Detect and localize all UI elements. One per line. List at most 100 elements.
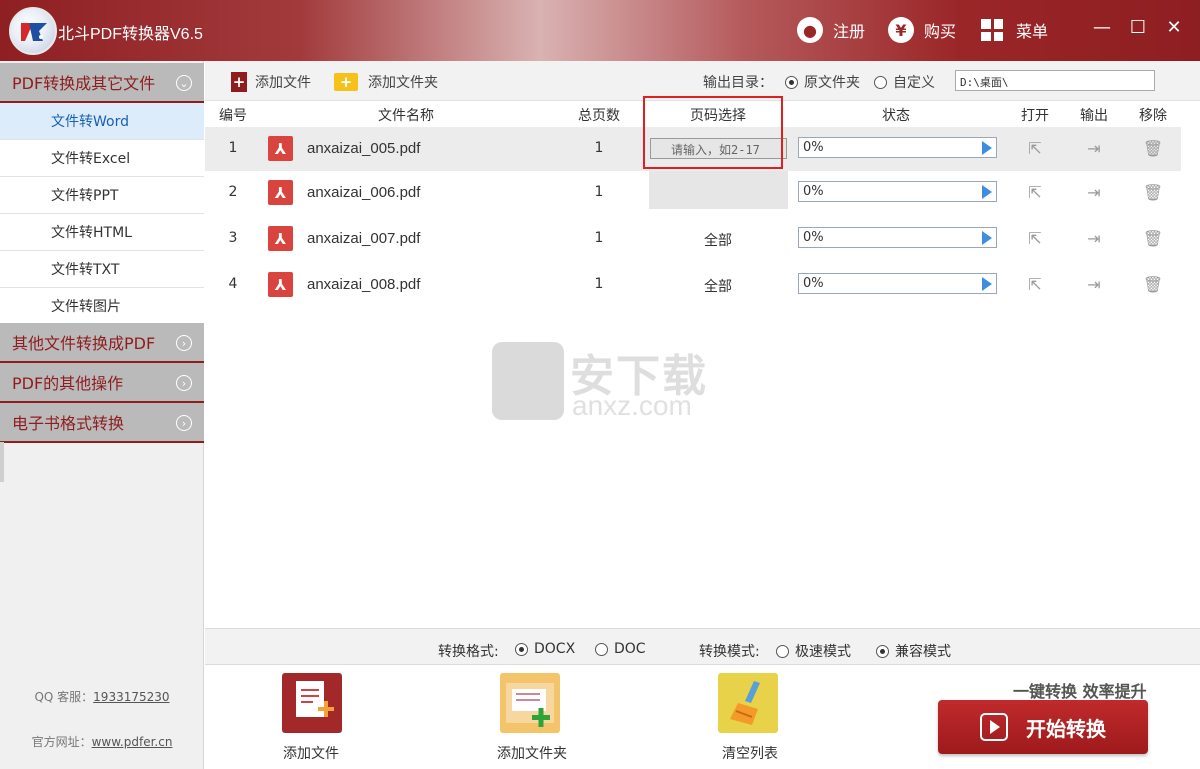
doc-label: DOC [614,641,646,657]
user-icon: ● [797,17,823,43]
chevron-right-icon: › [176,415,192,431]
register-button[interactable]: ● 注册 [797,16,865,44]
slogan: 一键转换 效率提升 [1013,682,1147,701]
add-folder-large-button[interactable] [500,673,560,733]
source-folder-label: 原文件夹 [804,75,860,91]
add-file-label: 添加文件 [255,75,311,91]
qq-link[interactable]: 1933175230 [93,690,169,704]
fast-mode-label: 极速模式 [795,644,851,660]
page-count: 1 [594,276,604,292]
sidebar-item-excel[interactable]: 文件转Excel [0,140,204,177]
progress-status: 0% [798,137,997,158]
start-convert-label: 开始转换 [1026,716,1106,741]
row-num: 1 [228,140,238,156]
page-range-cell[interactable] [649,171,788,209]
sidebar-item-ppt[interactable]: 文件转PPT [0,177,204,214]
watermark-sub: anxz.com [572,390,692,421]
output-icon[interactable]: ⇥ [1084,228,1104,248]
sidebar-item-word[interactable]: 文件转Word [0,103,204,140]
table-row[interactable]: 2 ⅄ anxaizai_006.pdf 1 0% ⇱ ⇥ 🗑 [205,171,1181,215]
trash-icon[interactable]: 🗑 [1143,138,1163,158]
sidebar-item-txt[interactable]: 文件转TXT [0,251,204,288]
page-range-value[interactable]: 全部 [704,276,732,296]
open-external-icon[interactable]: ⇱ [1025,274,1045,294]
buy-button[interactable]: ¥ 购买 [888,16,956,44]
sidebar-item-image[interactable]: 文件转图片 [0,288,204,325]
output-dir-label: 输出目录： [703,75,773,91]
docx-label: DOCX [534,641,576,657]
open-external-icon[interactable]: ⇱ [1025,228,1045,248]
menu-button[interactable]: 菜单 [981,16,1048,44]
website-info: 官方网址：www.pdfer.cn [0,733,204,750]
progress-status: 0% [798,227,997,248]
radio-fast-mode[interactable]: 极速模式 [776,641,851,661]
open-external-icon[interactable]: ⇱ [1025,182,1045,202]
add-file-button[interactable]: + 添加文件 [231,71,311,93]
radio-selected-icon [876,644,889,658]
start-convert-button[interactable]: 开始转换 [938,700,1148,754]
title-bar: 北斗PDF转换器V6.5 ● 注册 ¥ 购买 菜单 — ☐ ✕ [0,0,1200,61]
sidebar-item-html[interactable]: 文件转HTML [0,214,204,251]
site-link[interactable]: www.pdfer.cn [92,735,173,749]
category-pdf-other-ops[interactable]: PDF的其他操作 › [0,363,204,403]
play-icon[interactable] [982,277,992,291]
file-toolbar: + 添加文件 + 添加文件夹 输出目录： 原文件夹 自定义 D:\桌面\ [205,61,1200,101]
category-ebook[interactable]: 电子书格式转换 › [0,403,204,443]
trash-icon[interactable]: 🗑 [1143,182,1163,202]
watermark: 安下载 anxz.com [492,342,712,424]
shield-bag-icon [492,342,564,420]
radio-custom-folder[interactable]: 自定义 [874,72,935,92]
output-icon[interactable]: ⇥ [1084,138,1104,158]
col-output: 输出 [1080,108,1108,124]
progress-text: 0% [803,230,824,245]
table-row[interactable]: 3 ⅄ anxaizai_007.pdf 1 全部 0% ⇱ ⇥ 🗑 [205,217,1181,261]
page-range-value[interactable]: 全部 [704,230,732,250]
app-logo [9,7,57,55]
category-pdf-to-other[interactable]: PDF转换成其它文件 ⌄ [0,63,204,103]
add-file-large-label: 添加文件 [283,746,339,762]
play-icon [980,713,1008,741]
pdf-file-icon: ⅄ [268,226,293,251]
radio-selected-icon [515,642,528,656]
add-file-large-button[interactable] [282,673,342,733]
row-num: 3 [228,230,238,246]
play-icon[interactable] [982,185,992,199]
radio-unselected-icon [874,75,887,89]
radio-doc[interactable]: DOC [595,641,646,657]
category-label: PDF的其他操作 [12,374,124,393]
play-icon[interactable] [982,141,992,155]
output-icon[interactable]: ⇥ [1084,182,1104,202]
trash-icon[interactable]: 🗑 [1143,274,1163,294]
custom-folder-label: 自定义 [893,75,935,91]
bottom-actions: 添加文件 添加文件夹 清空列表 一键转换 效率提升 开始转换 [205,666,1200,769]
add-folder-button[interactable]: + 添加文件夹 [334,71,438,93]
radio-source-folder[interactable]: 原文件夹 [785,72,860,92]
output-path-field[interactable]: D:\桌面\ [955,70,1155,91]
table-row[interactable]: 4 ⅄ anxaizai_008.pdf 1 全部 0% ⇱ ⇥ 🗑 [205,263,1181,307]
maximize-button[interactable]: ☐ [1125,14,1151,40]
chevron-down-icon: ⌄ [176,75,192,91]
register-label: 注册 [833,22,866,41]
radio-docx[interactable]: DOCX [515,641,575,657]
clear-list-button[interactable] [718,673,778,733]
category-other-to-pdf[interactable]: 其他文件转换成PDF › [0,323,204,363]
close-button[interactable]: ✕ [1161,14,1187,40]
minimize-button[interactable]: — [1089,14,1115,40]
trash-icon[interactable]: 🗑 [1143,228,1163,248]
app-title: 北斗PDF转换器V6.5 [58,26,203,43]
page-count: 1 [594,184,604,200]
col-remove: 移除 [1139,108,1167,124]
page-count: 1 [594,230,604,246]
open-external-icon[interactable]: ⇱ [1025,138,1045,158]
progress-status: 0% [798,273,997,294]
play-icon[interactable] [982,231,992,245]
output-icon[interactable]: ⇥ [1084,274,1104,294]
radio-compat-mode[interactable]: 兼容模式 [876,641,951,661]
qq-support: QQ 客服：1933175230 [0,688,204,705]
highlight-box [643,96,783,169]
add-file-icon: + [231,72,247,92]
category-label: PDF转换成其它文件 [12,74,156,93]
chevron-right-icon: › [176,375,192,391]
grid-menu-icon [981,19,1003,41]
col-status: 状态 [882,108,910,124]
